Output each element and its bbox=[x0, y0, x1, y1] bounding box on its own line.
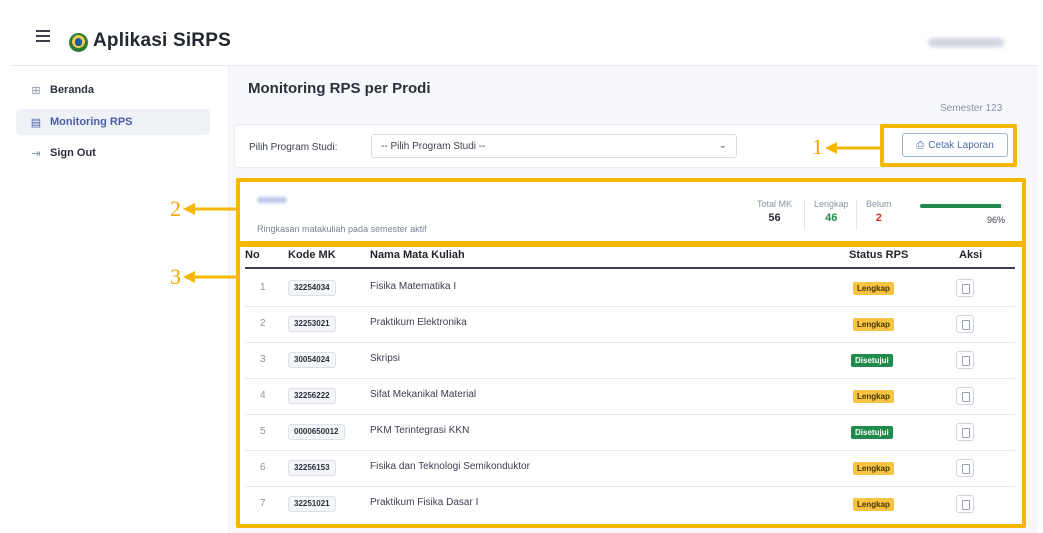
summary-caption: Ringkasan matakuliah pada semester aktif bbox=[257, 224, 427, 234]
stat-divider bbox=[804, 200, 805, 230]
sidebar-item-label: Monitoring RPS bbox=[50, 116, 133, 128]
sidebar-item-sign-out[interactable]: ⇥ Sign Out bbox=[16, 140, 210, 166]
app-window: Aplikasi SiRPS ⊞ Beranda ▤ Monitoring RP… bbox=[0, 0, 1043, 533]
course-name: Fisika dan Teknologi Semikonduktor bbox=[370, 461, 530, 472]
view-document-icon[interactable] bbox=[956, 279, 974, 297]
stat-value: 46 bbox=[825, 212, 838, 224]
status-badge: Disetujui bbox=[851, 354, 893, 367]
stat-divider bbox=[856, 200, 857, 230]
semester-label: Semester 123 bbox=[940, 103, 1003, 114]
chevron-down-icon: ⌄ bbox=[718, 140, 727, 151]
program-select[interactable]: -- Pilih Program Studi -- ⌄ bbox=[371, 134, 737, 158]
status-badge: Disetujui bbox=[851, 426, 893, 439]
sidebar-item-label: Beranda bbox=[50, 84, 95, 96]
grid-icon: ⊞ bbox=[31, 84, 41, 97]
row-number: 1 bbox=[260, 282, 266, 293]
stat-label: Belum bbox=[866, 199, 892, 209]
print-report-button[interactable]: ⎙ Cetak Laporan bbox=[902, 133, 1008, 157]
hamburger-icon[interactable] bbox=[36, 30, 50, 42]
stat-belum: Belum 2 bbox=[866, 199, 892, 224]
annotation-number-3: 3 bbox=[170, 264, 181, 289]
course-code: 32256153 bbox=[288, 460, 336, 476]
stat-value: 2 bbox=[875, 212, 882, 224]
course-code: 0000650012 bbox=[288, 424, 345, 440]
sidebar bbox=[10, 66, 229, 533]
row-divider bbox=[245, 342, 1015, 343]
row-number: 4 bbox=[260, 390, 266, 401]
sidebar-item-monitoring-rps[interactable]: ▤ Monitoring RPS bbox=[16, 109, 210, 135]
view-document-icon[interactable] bbox=[956, 423, 974, 441]
course-code: 30054024 bbox=[288, 352, 336, 368]
completion-progress-bar bbox=[920, 204, 1004, 208]
course-name: Fisika Matematika I bbox=[370, 281, 457, 292]
app-title: Aplikasi SiRPS bbox=[93, 30, 231, 51]
progress-fill bbox=[920, 204, 1001, 208]
row-number: 7 bbox=[260, 498, 266, 509]
document-icon: ▤ bbox=[30, 116, 42, 129]
view-document-icon[interactable] bbox=[956, 387, 974, 405]
row-number: 6 bbox=[260, 462, 266, 473]
printer-icon: ⎙ bbox=[916, 139, 925, 151]
stat-total-mk: Total MK 56 bbox=[757, 199, 792, 224]
status-badge: Lengkap bbox=[853, 498, 894, 511]
sidebar-item-beranda[interactable]: ⊞ Beranda bbox=[16, 77, 210, 103]
course-code: 32251021 bbox=[288, 496, 336, 512]
course-name: Sifat Mekanikal Material bbox=[370, 389, 477, 400]
page-title: Monitoring RPS per Prodi bbox=[248, 80, 431, 97]
course-name: PKM Terintegrasi KKN bbox=[370, 425, 470, 436]
row-number: 2 bbox=[260, 318, 266, 329]
program-select-value: -- Pilih Program Studi -- bbox=[381, 141, 486, 152]
sign-out-icon: ⇥ bbox=[31, 147, 41, 160]
user-name-blurred[interactable] bbox=[928, 38, 1004, 47]
row-divider bbox=[245, 414, 1015, 415]
view-document-icon[interactable] bbox=[956, 459, 974, 477]
col-header-name: Nama Mata Kuliah bbox=[370, 249, 465, 261]
sidebar-item-label: Sign Out bbox=[50, 147, 96, 159]
row-number: 5 bbox=[260, 426, 266, 437]
prodi-name-blurred bbox=[257, 197, 287, 203]
view-document-icon[interactable] bbox=[956, 315, 974, 333]
row-divider bbox=[245, 486, 1015, 487]
stat-label: Lengkap bbox=[814, 199, 849, 209]
print-report-label: Cetak Laporan bbox=[928, 139, 994, 151]
course-name: Skripsi bbox=[370, 353, 401, 364]
stat-lengkap: Lengkap 46 bbox=[814, 199, 849, 224]
annotation-number-2: 2 bbox=[170, 196, 181, 221]
status-badge: Lengkap bbox=[853, 318, 894, 331]
row-divider bbox=[245, 306, 1015, 307]
row-divider bbox=[245, 378, 1015, 379]
status-badge: Lengkap bbox=[853, 462, 894, 475]
annotation-number-1: 1 bbox=[812, 134, 823, 159]
university-logo bbox=[69, 33, 88, 52]
course-name: Praktikum Fisika Dasar I bbox=[370, 497, 479, 508]
course-code: 32253021 bbox=[288, 316, 336, 332]
status-badge: Lengkap bbox=[853, 282, 894, 295]
col-header-action: Aksi bbox=[959, 249, 983, 261]
program-filter-label: Pilih Program Studi: bbox=[249, 142, 338, 153]
course-code: 32254034 bbox=[288, 280, 336, 296]
view-document-icon[interactable] bbox=[956, 495, 974, 513]
course-code: 32256222 bbox=[288, 388, 336, 404]
col-header-no: No bbox=[245, 249, 260, 261]
col-header-status: Status RPS bbox=[849, 249, 909, 261]
completion-percentage: 96% bbox=[986, 215, 1005, 225]
course-name: Praktikum Elektronika bbox=[370, 317, 467, 328]
col-header-code: Kode MK bbox=[288, 249, 336, 261]
table-header-divider bbox=[245, 267, 1015, 269]
row-number: 3 bbox=[260, 354, 266, 365]
view-document-icon[interactable] bbox=[956, 351, 974, 369]
stat-value: 56 bbox=[768, 212, 781, 224]
row-divider bbox=[245, 450, 1015, 451]
stat-label: Total MK bbox=[757, 199, 793, 209]
status-badge: Lengkap bbox=[853, 390, 894, 403]
